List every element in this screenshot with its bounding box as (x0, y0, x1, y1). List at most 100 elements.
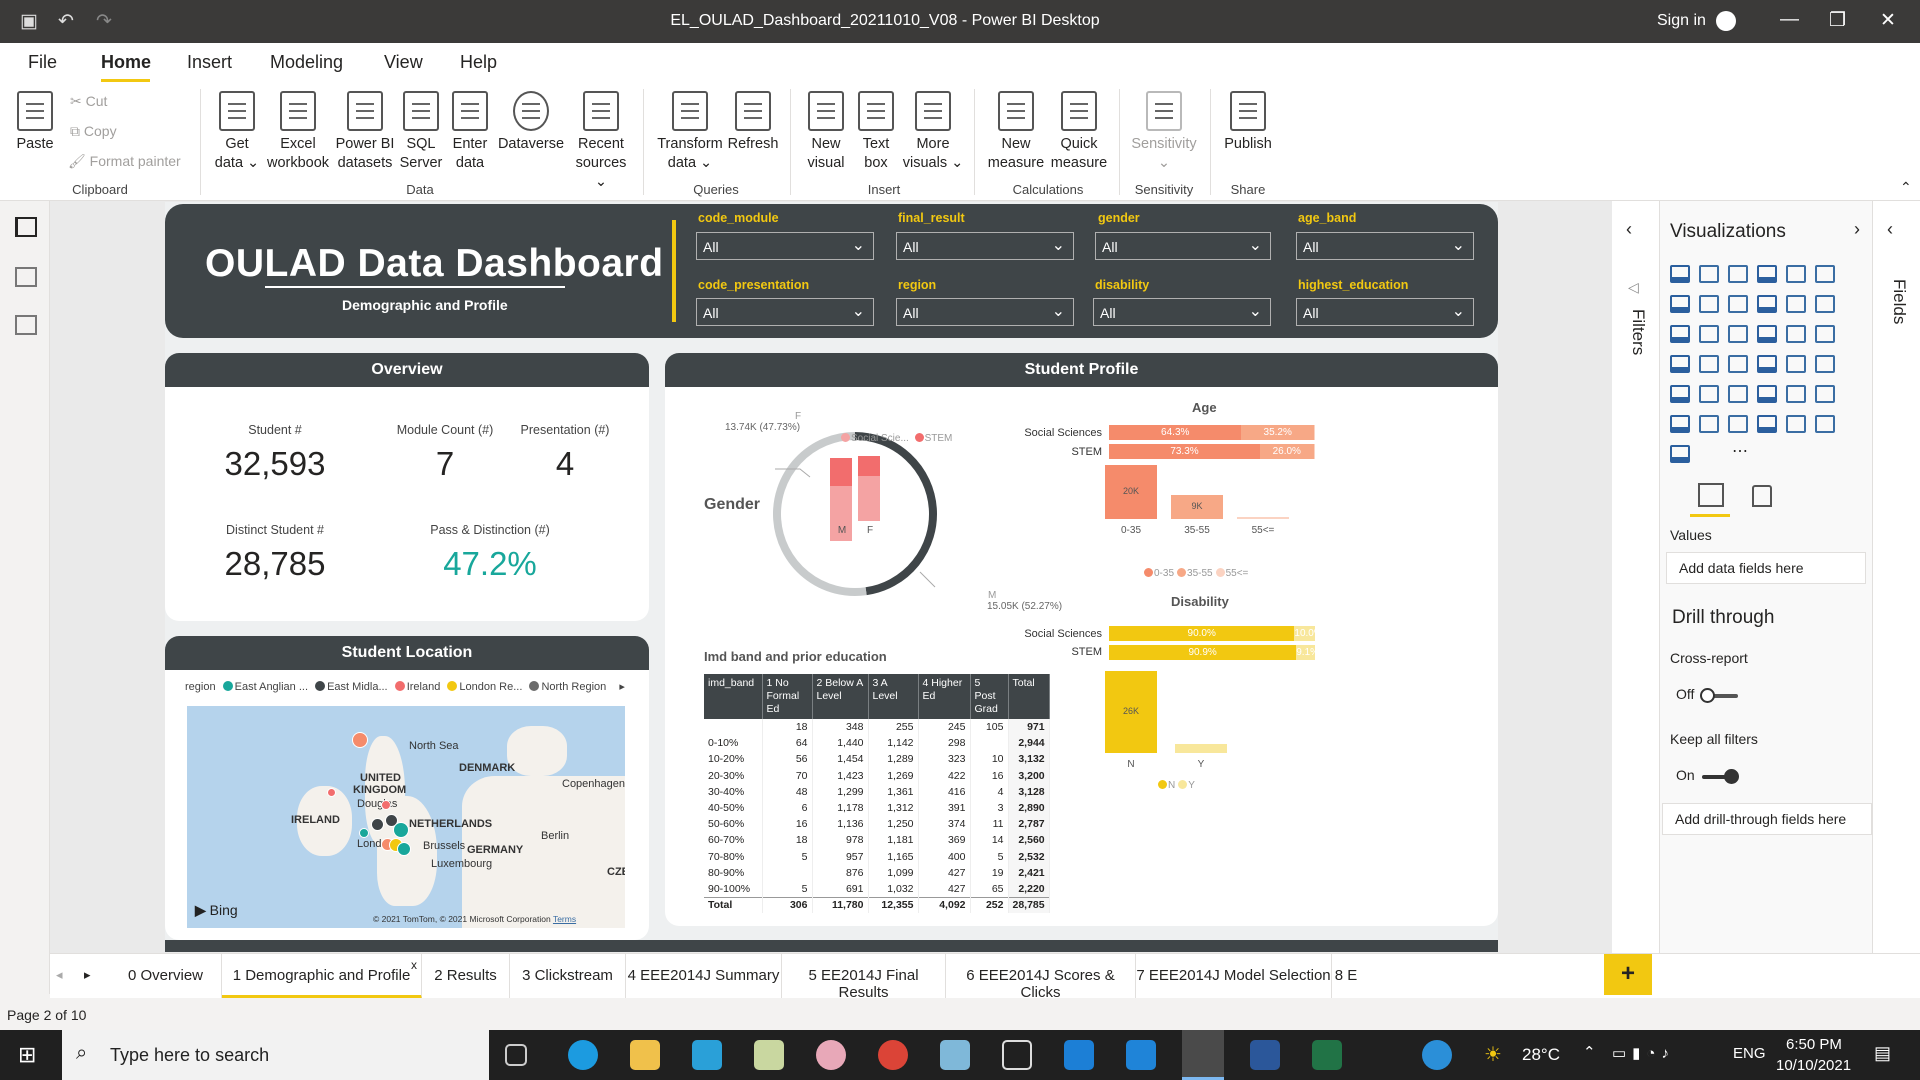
slicer-final-result[interactable]: All ⌄ (896, 232, 1074, 260)
notifications-icon[interactable]: ▤ (1874, 1043, 1891, 1064)
visual-type-icon[interactable] (1757, 355, 1777, 373)
visual-type-icon[interactable] (1757, 385, 1777, 403)
fields-pane-collapsed[interactable]: ‹ Fields (1872, 201, 1920, 953)
table-header[interactable]: Total (1008, 674, 1050, 719)
paint-icon[interactable] (754, 1040, 784, 1070)
visual-type-icon[interactable] (1786, 385, 1806, 403)
table-row[interactable]: 80-90% 876 1,099 427 19 2,421 (704, 864, 1050, 881)
table-row[interactable]: 70-80% 5 957 1,165 400 5 2,532 (704, 848, 1050, 865)
file-explorer-icon[interactable] (630, 1040, 660, 1070)
table-header[interactable]: 4 Higher Ed (918, 674, 971, 719)
tab-results[interactable]: 2 Results (422, 954, 510, 999)
table-header[interactable]: 5 Post Grad (970, 674, 1009, 719)
gender-inner-bar[interactable] (858, 456, 880, 476)
tab-overview[interactable]: 0 Overview (110, 954, 222, 999)
keep-filters-toggle[interactable] (1702, 769, 1739, 784)
terms-link[interactable]: Terms (553, 914, 576, 924)
visual-type-icon[interactable] (1670, 415, 1690, 433)
clock-date[interactable]: 10/10/2021 (1776, 1057, 1851, 1074)
task-view-icon[interactable] (505, 1044, 527, 1066)
tab-eee2014j-scores-clicks[interactable]: 6 EEE2014J Scores & Clicks (946, 954, 1136, 1001)
chevron-right-icon[interactable]: › (1854, 219, 1860, 240)
visual-type-icon[interactable] (1786, 325, 1806, 343)
visual-type-icon[interactable] (1786, 415, 1806, 433)
visual-type-icon[interactable] (1699, 385, 1719, 403)
disability-column-chart[interactable]: 26K N Y (1095, 671, 1255, 771)
tab-eee2014j-summary[interactable]: 4 EEE2014J Summary (626, 954, 782, 999)
slicer-disability[interactable]: All ⌄ (1093, 298, 1271, 326)
fields-tab-icon[interactable] (1698, 483, 1724, 507)
tab-ee2014j-final-results[interactable]: 5 EE2014J Final Results (782, 954, 946, 1001)
data-view-icon[interactable] (15, 267, 37, 287)
table-row[interactable]: 30-40% 48 1,299 1,361 416 4 3,128 (704, 783, 1050, 800)
student-location-card[interactable]: Student Location region East Anglian ...… (165, 636, 649, 940)
report-view-icon[interactable] (15, 217, 37, 237)
weather-icon[interactable]: ☀ (1484, 1042, 1502, 1067)
filters-pane-collapsed[interactable]: ‹ ◁ Filters (1612, 201, 1660, 953)
chevron-left-icon[interactable]: ‹ (1887, 219, 1893, 240)
column-bar[interactable] (1175, 744, 1227, 753)
refresh-button[interactable]: Refresh (726, 91, 780, 154)
stacked-segment[interactable]: 73.3% (1109, 444, 1260, 459)
region-bubble[interactable] (397, 842, 411, 856)
slicer-gender[interactable]: All ⌄ (1095, 232, 1271, 260)
visual-type-icon[interactable] (1670, 295, 1690, 313)
region-bubble[interactable] (359, 828, 369, 838)
column-bar[interactable]: 26K (1105, 671, 1157, 753)
app-icon[interactable] (816, 1040, 846, 1070)
visual-type-icon[interactable] (1815, 265, 1835, 283)
power-bi-icon[interactable] (1182, 1030, 1224, 1080)
slicer-code-module[interactable]: All ⌄ (696, 232, 874, 260)
tab-demographic-profile[interactable]: 1 Demographic and Profile x (222, 954, 422, 999)
temperature[interactable]: 28°C (1522, 1045, 1560, 1065)
get-data-button[interactable]: Get data ⌄ (212, 91, 262, 173)
map-visual[interactable]: North Sea DENMARK Copenhagen UNITED KING… (187, 706, 625, 928)
publish-button[interactable]: Publish (1220, 91, 1276, 154)
table-row[interactable]: 50-60% 16 1,136 1,250 374 11 2,787 (704, 816, 1050, 833)
text-box-button[interactable]: Text box (852, 91, 900, 173)
stacked-segment[interactable]: 26.0% (1259, 444, 1314, 459)
visual-type-icon[interactable] (1757, 265, 1777, 283)
chrome-icon[interactable] (878, 1040, 908, 1070)
column-bar[interactable]: 9K (1171, 494, 1223, 519)
column-bar[interactable]: 20K (1105, 465, 1157, 519)
visual-type-icon[interactable] (1699, 265, 1719, 283)
filters-label[interactable]: Filters (1628, 309, 1648, 355)
table-header[interactable]: 2 Below A Level (812, 674, 869, 719)
vscode-insiders-icon[interactable] (692, 1040, 722, 1070)
visual-type-icon[interactable] (1815, 295, 1835, 313)
region-bubble[interactable] (352, 732, 368, 748)
overview-card[interactable]: Overview Student # 32,593 Module Count (… (165, 353, 649, 621)
region-bubble[interactable] (327, 788, 336, 797)
visual-type-icon[interactable] (1815, 415, 1835, 433)
menu-insert[interactable]: Insert (187, 52, 232, 73)
menu-modeling[interactable]: Modeling (270, 52, 343, 73)
cross-report-toggle[interactable] (1700, 688, 1738, 703)
enter-data-button[interactable]: Enter data (446, 91, 494, 173)
sensitivity-button[interactable]: Sensitivity ⌄ (1128, 91, 1200, 173)
more-visuals-button[interactable]: More visuals ⌄ (902, 91, 964, 173)
values-well[interactable]: Add data fields here (1666, 552, 1866, 584)
power-bi-datasets-button[interactable]: Power BI datasets (332, 91, 398, 173)
stacked-segment[interactable] (1313, 425, 1315, 440)
visual-type-icon[interactable] (1699, 355, 1719, 373)
tab-scroll-left-icon[interactable]: ◂ (56, 967, 63, 983)
table-header[interactable]: 3 A Level (868, 674, 919, 719)
close-tab-icon[interactable]: x (411, 958, 417, 972)
region-bubble[interactable] (381, 800, 391, 810)
gender-inner-bar[interactable] (858, 476, 880, 521)
visual-type-icon[interactable] (1670, 385, 1690, 403)
stacked-segment[interactable]: 64.3% (1109, 425, 1242, 440)
visual-type-icon[interactable] (1728, 265, 1748, 283)
new-visual-button[interactable]: New visual (802, 91, 850, 173)
gender-slice-M[interactable] (773, 432, 867, 596)
format-painter-button[interactable]: 🖌 Format painter (68, 153, 181, 170)
slicer-region[interactable]: All ⌄ (896, 298, 1074, 326)
visual-type-icon[interactable] (1728, 415, 1748, 433)
region-bubble[interactable] (371, 818, 384, 831)
disability-stacked-bars[interactable]: 90.0%10.0% 90.9%9.1% (1109, 626, 1315, 666)
visual-type-icon[interactable] (1786, 295, 1806, 313)
visual-type-icon[interactable] (1815, 325, 1835, 343)
visual-type-icon[interactable] (1757, 325, 1777, 343)
visual-type-icon[interactable] (1670, 265, 1690, 283)
